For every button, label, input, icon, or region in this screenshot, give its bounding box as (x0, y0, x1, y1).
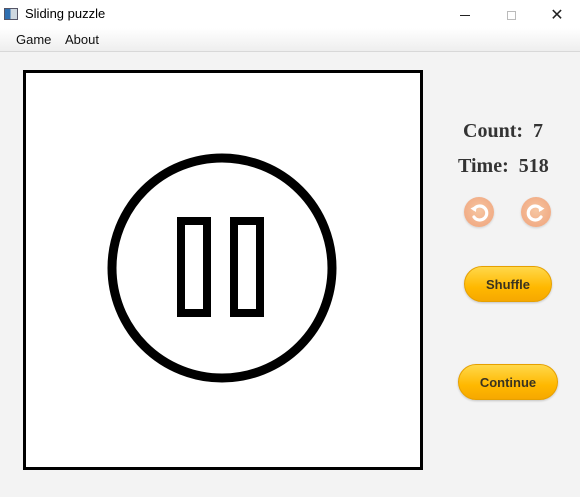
menu-bar: Game About (0, 28, 580, 52)
elapsed-time: Time: 518 (458, 155, 549, 178)
redo-icon (526, 204, 545, 222)
undo-button[interactable] (464, 197, 494, 227)
maximize-icon (506, 10, 516, 20)
continue-button[interactable]: Continue (458, 364, 558, 400)
shuffle-button[interactable]: Shuffle (464, 266, 552, 302)
move-count: Count: 7 (463, 120, 543, 143)
count-value: 7 (533, 120, 544, 142)
undo-icon (470, 204, 489, 222)
menu-game[interactable]: Game (16, 32, 51, 47)
minimize-icon (460, 14, 470, 16)
close-button[interactable]: ✕ (534, 4, 580, 26)
title-bar: Sliding puzzle ✕ (0, 4, 580, 28)
redo-button[interactable] (521, 197, 551, 227)
menu-about[interactable]: About (65, 32, 99, 47)
count-label: Count: (463, 120, 524, 142)
time-label: Time: (458, 155, 509, 177)
puzzle-board[interactable] (23, 70, 423, 470)
app-icon (4, 8, 18, 20)
window-title: Sliding puzzle (25, 6, 106, 21)
pause-icon (107, 153, 337, 383)
close-icon: ✕ (550, 5, 564, 24)
time-value: 518 (518, 155, 549, 177)
maximize-button[interactable] (488, 4, 534, 26)
minimize-button[interactable] (442, 4, 488, 26)
